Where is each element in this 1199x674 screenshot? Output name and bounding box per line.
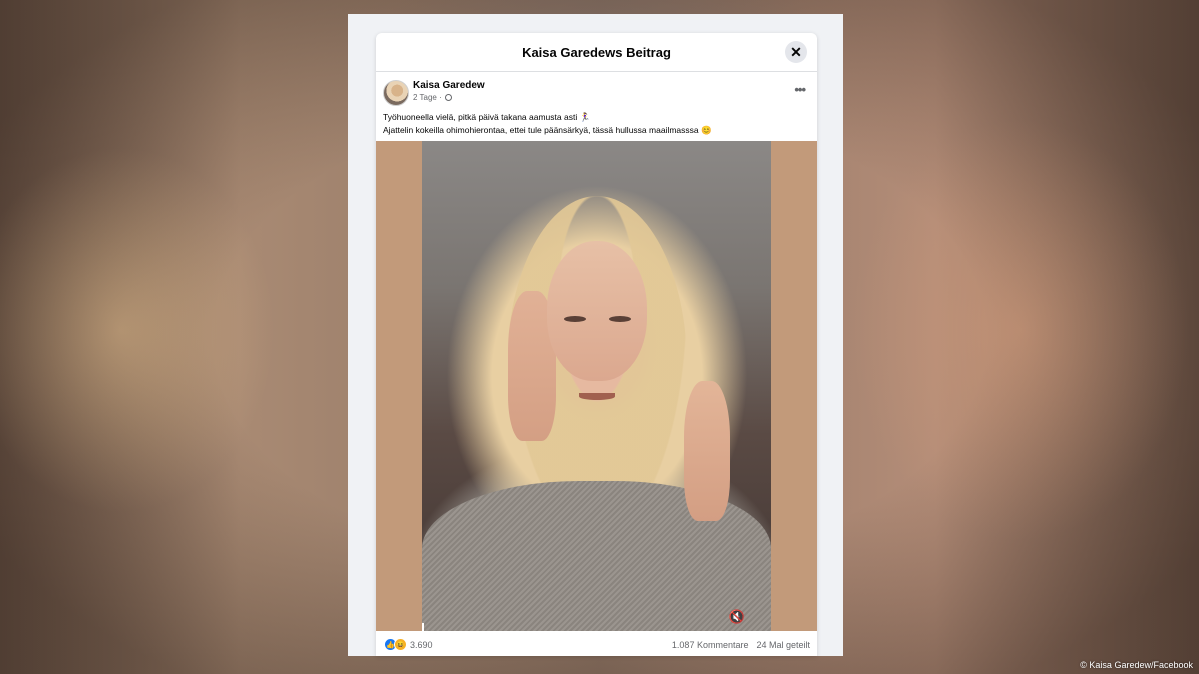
video-hand-right (684, 381, 730, 521)
avatar[interactable] (383, 80, 409, 106)
photo-credit: © Kaisa Garedew/Facebook (1080, 660, 1193, 670)
dialog-header: Kaisa Garedews Beitrag ✕ (376, 33, 817, 72)
reaction-count[interactable]: 3.690 (410, 640, 433, 650)
close-button[interactable]: ✕ (785, 41, 807, 63)
share-count[interactable]: 24 Mal geteilt (756, 640, 810, 650)
post-text-line-1: Työhuoneella vielä, pitkä päivä takana a… (383, 111, 809, 124)
globe-icon (444, 94, 452, 101)
video-mouth (579, 393, 615, 400)
smiling-face-icon: 😊 (701, 125, 712, 135)
more-options-button[interactable]: ••• (794, 82, 806, 97)
mute-icon[interactable]: 🔇 (729, 609, 745, 625)
video-face (547, 241, 647, 381)
post-text-line-2-content: Ajattelin kokeilla ohimohierontaa, ettei… (383, 125, 699, 135)
post-stats-bar: 👍 😆 3.690 1.087 Kommentare 24 Mal geteil… (376, 631, 817, 656)
dialog-title: Kaisa Garedews Beitrag (522, 44, 671, 60)
running-woman-icon: 🏃‍♀️ (579, 112, 591, 122)
reaction-icons[interactable]: 👍 😆 (384, 638, 407, 651)
video-eye-right (609, 316, 631, 322)
post-text: Työhuoneella vielä, pitkä päivä takana a… (383, 111, 809, 137)
video-eye-left (564, 316, 586, 322)
comment-count[interactable]: 1.087 Kommentare (672, 640, 749, 650)
post-text-line-1-content: Työhuoneella vielä, pitkä päivä takana a… (383, 112, 578, 122)
video-progress-indicator[interactable] (422, 623, 424, 631)
video-area: 🔇 (376, 141, 817, 631)
post-header: Kaisa Garedew 2 Tage · ••• (383, 78, 809, 108)
video-player[interactable]: 🔇 (422, 141, 771, 631)
post-text-line-2: Ajattelin kokeilla ohimohierontaa, ettei… (383, 124, 809, 137)
close-icon: ✕ (790, 43, 802, 60)
post-meta: 2 Tage · (413, 93, 452, 102)
post-dialog: Kaisa Garedews Beitrag ✕ Kaisa Garedew 2… (376, 33, 817, 656)
post-time[interactable]: 2 Tage · (413, 93, 442, 102)
haha-icon: 😆 (394, 638, 407, 651)
stats-right: 1.087 Kommentare 24 Mal geteilt (672, 640, 810, 650)
author-name[interactable]: Kaisa Garedew (413, 80, 485, 91)
